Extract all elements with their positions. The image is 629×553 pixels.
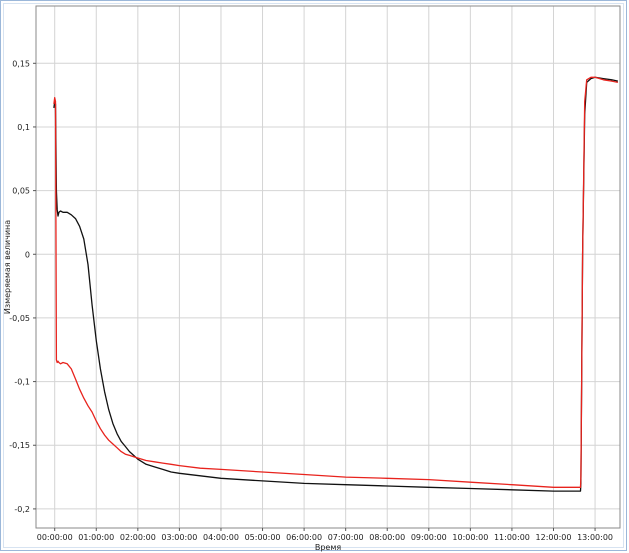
x-tick-label: 08:00:00 — [369, 533, 405, 542]
grid — [36, 6, 620, 528]
x-axis-title: Время — [315, 543, 342, 552]
series-group — [53, 76, 619, 492]
x-tick-label: 05:00:00 — [245, 533, 281, 542]
y-tick-label: -0,15 — [9, 441, 30, 450]
y-tick-label: -0,05 — [9, 314, 30, 323]
line-chart: 0,150,10,050-0,05-0,1-0,15-0,2 00:00:00 0… — [3, 5, 621, 552]
x-tick-label: 06:00:00 — [286, 533, 322, 542]
x-tick-label: 02:00:00 — [120, 533, 156, 542]
x-tick-label: 00:00:00 — [37, 533, 73, 542]
y-tick-label: 0 — [25, 250, 30, 259]
y-tick-label: 0,05 — [12, 187, 30, 196]
x-tick-label: 04:00:00 — [203, 533, 239, 542]
y-tick-label: -0,2 — [14, 505, 30, 514]
x-tick-label: 09:00:00 — [411, 533, 447, 542]
x-tick-label: 07:00:00 — [328, 533, 364, 542]
x-tick-label: 03:00:00 — [161, 533, 197, 542]
y-tick-label: -0,1 — [14, 378, 30, 387]
x-tick-label: 13:00:00 — [577, 533, 613, 542]
x-tick-label: 12:00:00 — [536, 533, 572, 542]
y-tick-label: 0,15 — [12, 59, 30, 68]
y-axis-ticks: 0,15 0,1 0,05 0 -0,05 -0,1 -0,15 -0,2 — [9, 59, 36, 514]
x-tick-label: 11:00:00 — [494, 533, 530, 542]
y-tick-label: 0,1 — [17, 123, 30, 132]
x-tick-label: 10:00:00 — [452, 533, 488, 542]
plot-border — [35, 5, 621, 529]
series-line-2 — [53, 76, 619, 488]
x-tick-label: 01:00:00 — [78, 533, 114, 542]
series-line-1 — [53, 76, 619, 492]
y-axis-title: Измеряемая величина — [3, 220, 12, 314]
x-axis-ticks: 00:00:00 01:00:00 02:00:00 03:00:00 04:00:00… — [37, 528, 613, 542]
